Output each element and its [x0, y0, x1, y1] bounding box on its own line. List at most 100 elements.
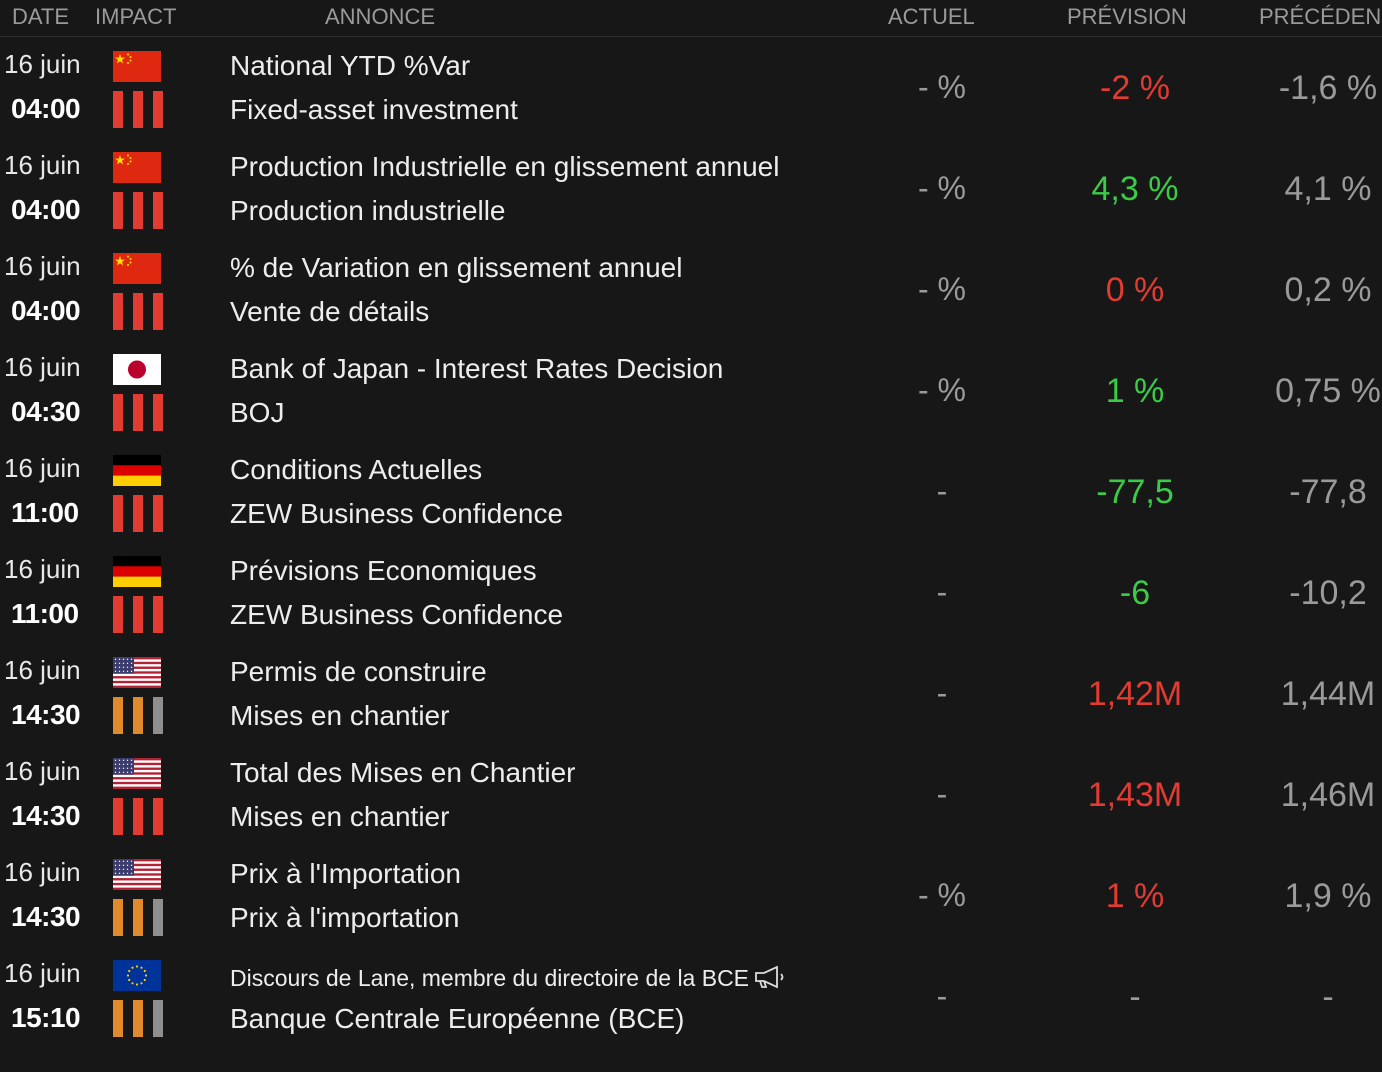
impact-bar: [113, 91, 123, 128]
calendar-row[interactable]: 16 juin 11:00 Conditions Actuelles ZEW Busi…: [0, 441, 1382, 542]
impact-indicator: [113, 394, 163, 431]
forecast-value: 1 %: [1105, 372, 1165, 410]
actual-value: - %: [918, 877, 966, 913]
event-time: 14:30: [11, 699, 81, 730]
impact-bar: [113, 899, 123, 936]
column-header-impact[interactable]: IMPACT: [95, 4, 176, 30]
impact-indicator: [113, 899, 163, 936]
usa-flag-icon: [113, 758, 161, 789]
forecast-value: 1,42M: [1087, 675, 1183, 713]
impact-indicator: [113, 293, 163, 330]
calendar-row[interactable]: 16 juin 11:00 Prévisions Economiques ZEW Bu…: [0, 542, 1382, 643]
impact-bar: [113, 394, 123, 431]
event-date: 16 juin: [4, 150, 81, 180]
impact-bar: [113, 1000, 123, 1037]
impact-bar: [113, 192, 123, 229]
event-subtitle: ZEW Business Confidence: [230, 498, 564, 529]
calendar-row[interactable]: 16 juin 14:30 Prix à l'Importation Prix à l…: [0, 845, 1382, 946]
event-title: Conditions Actuelles: [230, 454, 482, 486]
event-date: 16 juin: [4, 352, 81, 382]
event-title: % de Variation en glissement annuel: [230, 252, 682, 284]
actual-value: - %: [918, 69, 966, 105]
previous-value: -1,6 %: [1278, 69, 1378, 107]
impact-bar: [153, 91, 163, 128]
calendar-row[interactable]: 16 juin 15:10 Discours de Lane, membre du …: [0, 946, 1382, 1047]
forecast-value: -: [1129, 978, 1141, 1016]
actual-value: -: [936, 776, 948, 812]
calendar-row[interactable]: 16 juin 04:30 Bank of Japan - Interest Rat…: [0, 340, 1382, 441]
column-header-actuel[interactable]: ACTUEL: [888, 4, 975, 30]
event-date: 16 juin: [4, 655, 81, 685]
column-header-prevision[interactable]: PRÉVISION: [1067, 4, 1187, 30]
event-title-text: Prix à l'Importation: [230, 858, 461, 889]
impact-bar: [113, 798, 123, 835]
forecast-value: 1 %: [1105, 877, 1165, 915]
actual-value: - %: [918, 271, 966, 307]
column-header-precedent[interactable]: PRÉCÉDEN: [1259, 4, 1381, 30]
column-header-date[interactable]: DATE: [12, 4, 69, 30]
event-time: 14:30: [11, 800, 81, 831]
event-title-text: Prévisions Economiques: [230, 555, 537, 586]
economic-calendar-list: 16 juin 04:00 National YTD %Var Fixed-asset…: [0, 37, 1382, 1047]
calendar-row[interactable]: 16 juin 04:00 Production Industrielle en g…: [0, 138, 1382, 239]
impact-bar: [133, 192, 143, 229]
event-title: Permis de construire: [230, 656, 487, 688]
impact-indicator: [113, 1000, 163, 1037]
impact-bar: [153, 697, 163, 734]
event-date: 16 juin: [4, 49, 81, 79]
event-subtitle: Vente de détails: [230, 296, 430, 327]
previous-value: 0,2 %: [1284, 271, 1372, 309]
impact-bar: [153, 1000, 163, 1037]
impact-bar: [113, 495, 123, 532]
event-date: 16 juin: [4, 857, 81, 887]
germany-flag-icon: [113, 455, 161, 486]
event-title: Prix à l'Importation: [230, 858, 461, 890]
impact-indicator: [113, 697, 163, 734]
actual-value: -: [936, 675, 948, 711]
column-header-annonce[interactable]: ANNONCE: [325, 4, 435, 30]
calendar-row[interactable]: 16 juin 04:00 National YTD %Var Fixed-asset…: [0, 37, 1382, 138]
event-date: 16 juin: [4, 453, 81, 483]
event-title-text: Total des Mises en Chantier: [230, 757, 576, 788]
japan-flag-icon: [113, 354, 161, 385]
actual-value: - %: [918, 372, 966, 408]
forecast-value: 1,43M: [1087, 776, 1183, 814]
eu-flag-icon: [113, 960, 161, 991]
impact-bar: [133, 495, 143, 532]
impact-bar: [133, 798, 143, 835]
impact-bar: [133, 697, 143, 734]
impact-bar: [133, 1000, 143, 1037]
germany-flag-icon: [113, 556, 161, 587]
impact-bar: [113, 596, 123, 633]
impact-bar: [153, 798, 163, 835]
event-time: 04:00: [11, 295, 81, 326]
impact-bar: [153, 293, 163, 330]
event-title: Total des Mises en Chantier: [230, 757, 576, 789]
table-header: DATE IMPACT ANNONCE ACTUEL PRÉVISION PRÉ…: [0, 0, 1382, 37]
forecast-value: -77,5: [1096, 473, 1174, 511]
event-title-text: National YTD %Var: [230, 50, 471, 81]
event-title-text: Discours de Lane, membre du directoire d…: [230, 965, 750, 992]
previous-value: 1,9 %: [1284, 877, 1372, 915]
calendar-row[interactable]: 16 juin 04:00 % de Variation en glissement…: [0, 239, 1382, 340]
impact-indicator: [113, 495, 163, 532]
actual-value: -: [936, 574, 948, 610]
previous-value: -77,8: [1289, 473, 1367, 511]
event-title: Prévisions Economiques: [230, 555, 537, 587]
event-subtitle: Fixed-asset investment: [230, 94, 518, 125]
usa-flag-icon: [113, 657, 161, 688]
impact-bar: [133, 596, 143, 633]
impact-indicator: [113, 91, 163, 128]
event-title-text: Production Industrielle en glissement an…: [230, 151, 780, 182]
previous-value: 0,75 %: [1275, 372, 1381, 410]
impact-bar: [153, 394, 163, 431]
calendar-row[interactable]: 16 juin 14:30 Permis de construire Mises en…: [0, 643, 1382, 744]
event-date: 16 juin: [4, 554, 81, 584]
actual-value: -: [936, 978, 948, 1014]
calendar-row[interactable]: 16 juin 14:30 Total des Mises en Chantier M…: [0, 744, 1382, 845]
event-subtitle: Mises en chantier: [230, 700, 450, 731]
actual-value: -: [936, 473, 948, 509]
impact-indicator: [113, 192, 163, 229]
impact-bar: [153, 596, 163, 633]
actual-value: - %: [918, 170, 966, 206]
